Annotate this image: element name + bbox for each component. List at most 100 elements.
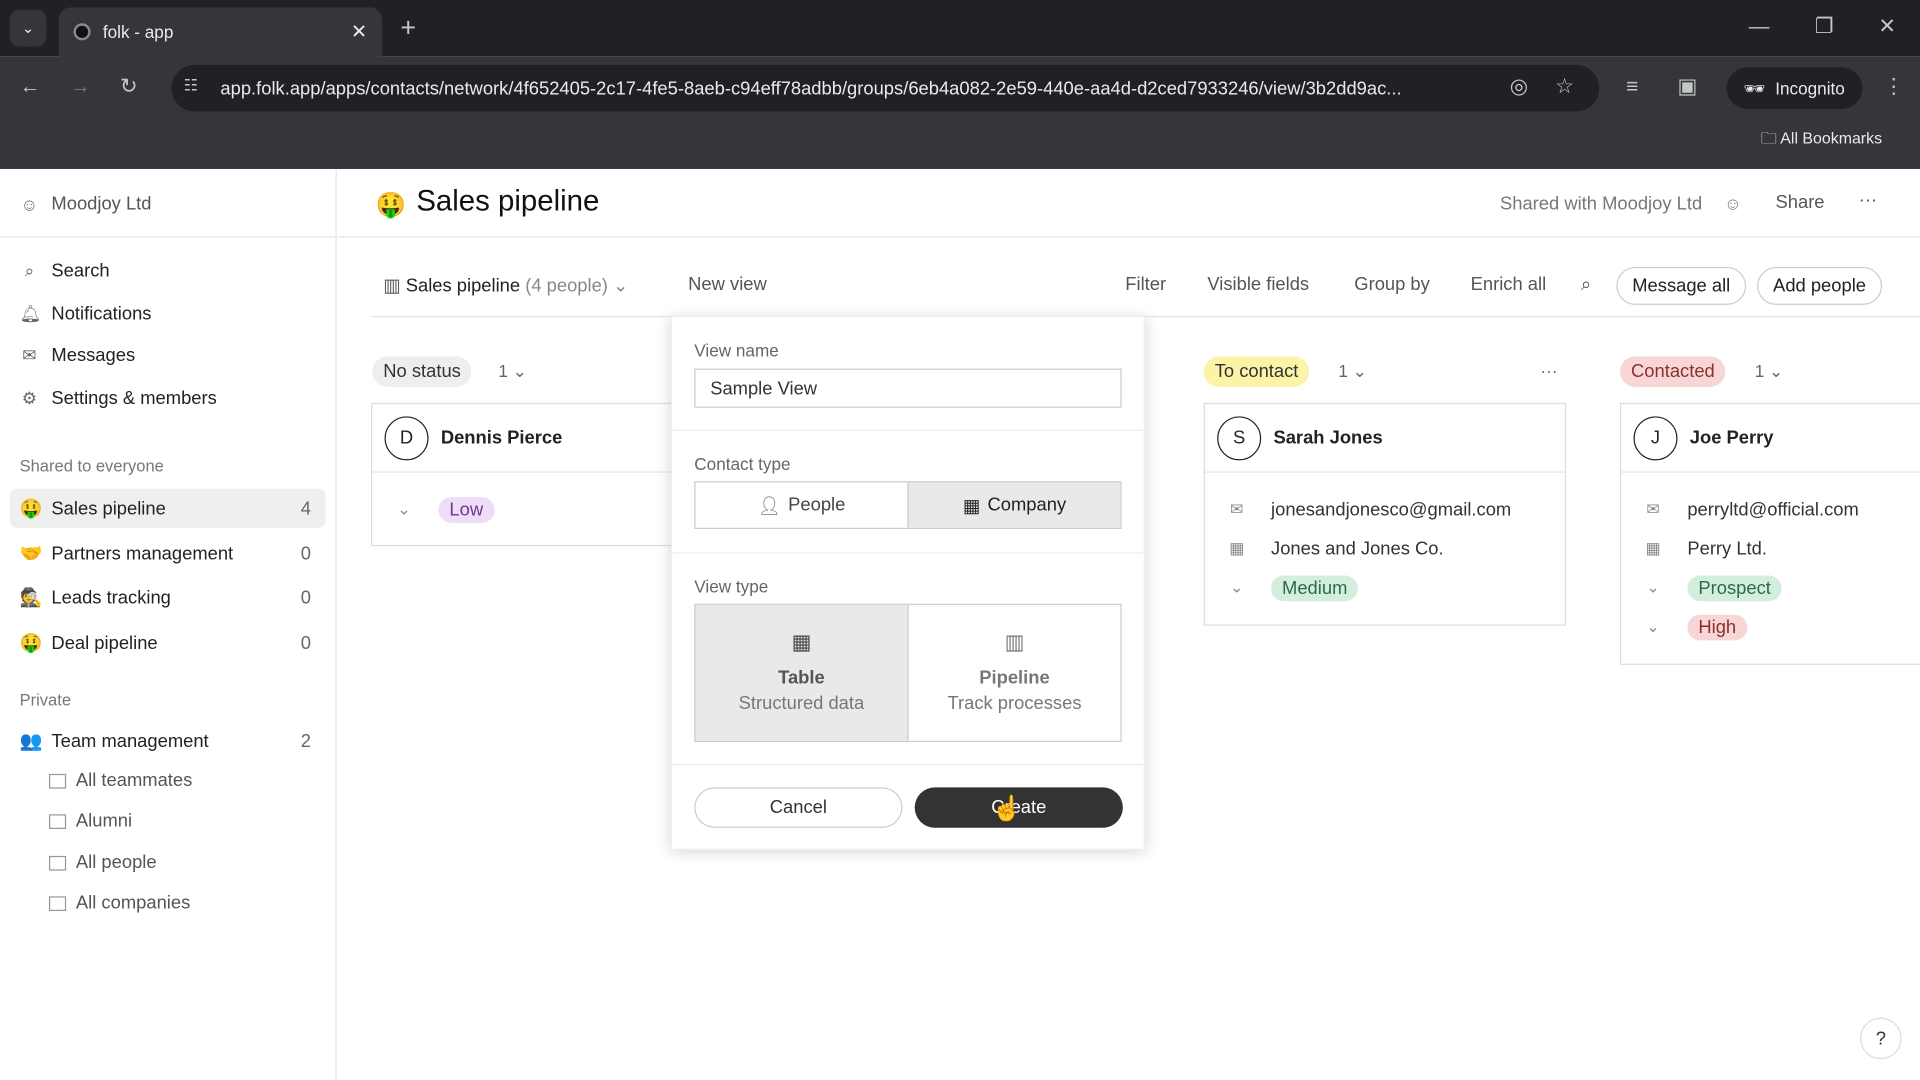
menu-icon[interactable]: ⋮ xyxy=(1883,75,1904,99)
visible-fields-button[interactable]: Visible fields xyxy=(1207,274,1309,295)
contact-card[interactable]: J Joe Perry ✉ perryltd@official.com ▦ Perry… xyxy=(1620,402,1920,665)
filter-button[interactable]: Filter xyxy=(1125,274,1166,295)
divider xyxy=(672,429,1144,432)
column-count[interactable]: 1 ⌄ xyxy=(1755,361,1784,382)
page-title: Sales pipeline xyxy=(416,184,600,218)
column-count[interactable]: 1 ⌄ xyxy=(1338,361,1367,382)
contact-card[interactable]: D Dennis Pierce ⌄ Low xyxy=(371,402,690,547)
contact-card[interactable]: S Sarah Jones ✉ jonesandjonesco@gmail.com … xyxy=(1203,402,1567,626)
sidebar-group-sales-pipeline[interactable]: 🤑 Sales pipeline 4 xyxy=(9,488,326,528)
bell-icon: 🔔︎ xyxy=(19,303,42,324)
email[interactable]: jonesandjonesco@gmail.com xyxy=(1271,499,1511,520)
browser-tab[interactable]: folk - app ✕ xyxy=(58,7,383,57)
close-window-icon[interactable]: ✕ xyxy=(1878,15,1895,39)
contact-type-people[interactable]: 👤︎ People xyxy=(696,482,908,527)
title: Pipeline xyxy=(979,667,1050,689)
help-button[interactable]: ? xyxy=(1860,1017,1902,1060)
side-panel-icon[interactable]: ▣ xyxy=(1678,75,1698,99)
search-icon[interactable]: ⌕ xyxy=(1581,274,1591,295)
page-emoji-icon: 🤑 xyxy=(375,192,407,220)
workspace-icon: ☺ xyxy=(20,194,39,214)
view-alumni[interactable]: Alumni xyxy=(48,810,133,832)
incognito-badge[interactable]: 🕶 Incognito xyxy=(1726,67,1862,109)
view-type-label: View type xyxy=(694,576,769,597)
view-type-options: ▦ Table Structured data ▥ Pipeline Track pro… xyxy=(694,603,1122,743)
restore-icon[interactable]: ❐ xyxy=(1815,15,1834,39)
column-status-no-status[interactable]: No status xyxy=(372,356,472,387)
sidebar: ☺ Moodjoy Ltd ⌕ Search 🔔︎ Notifications ✉ Me… xyxy=(0,170,337,1080)
company[interactable]: Jones and Jones Co. xyxy=(1271,538,1444,559)
view-all-teammates[interactable]: All teammates xyxy=(48,770,192,791)
new-view-button[interactable]: New view xyxy=(688,274,767,295)
contact-type-company[interactable]: ▦ Company xyxy=(907,482,1121,528)
view-type-table[interactable]: ▦ Table Structured data xyxy=(695,604,909,741)
reload-icon[interactable]: ↻ xyxy=(120,75,137,99)
shared-icon: ☺ xyxy=(1724,193,1742,214)
close-tab-icon[interactable]: ✕ xyxy=(351,20,367,44)
company[interactable]: Perry Ltd. xyxy=(1687,538,1767,559)
view-all-companies[interactable]: All companies xyxy=(48,893,190,913)
sidebar-item-messages[interactable]: ✉ Messages xyxy=(20,345,135,366)
label: Leads tracking xyxy=(51,587,171,608)
minimize-icon[interactable]: — xyxy=(1749,15,1770,39)
workspace-switcher[interactable]: ☺ Moodjoy Ltd xyxy=(20,193,152,214)
tag: Medium xyxy=(1271,574,1359,601)
group-by-button[interactable]: Group by xyxy=(1354,274,1430,295)
enrich-all-button[interactable]: Enrich all xyxy=(1471,274,1547,295)
sidebar-group-deal[interactable]: 🤑 Deal pipeline 0 xyxy=(10,623,326,662)
status-field-icon: ⌄ xyxy=(1230,577,1244,597)
site-info-icon[interactable]: ☷ xyxy=(184,76,198,96)
more-button[interactable]: ··· xyxy=(1859,190,1877,211)
message-all-button[interactable]: Message all xyxy=(1616,266,1747,305)
view-selector[interactable]: ▥ Sales pipeline (4 people) ⌄ xyxy=(383,274,628,297)
label: Settings & members xyxy=(51,388,217,409)
desc: Structured data xyxy=(738,693,865,714)
all-bookmarks[interactable]: 🗀 All Bookmarks xyxy=(1761,127,1882,154)
sidebar-item-notifications[interactable]: 🔔︎ Notifications xyxy=(20,304,152,325)
add-people-button[interactable]: Add people xyxy=(1757,266,1882,305)
tag: High xyxy=(1687,614,1748,640)
sidebar-group-leads[interactable]: 🕵 Leads tracking 0 xyxy=(10,578,326,617)
media-icon[interactable]: ≡ xyxy=(1626,75,1638,99)
emoji-icon: 🤝 xyxy=(19,543,43,565)
column-count[interactable]: 1 ⌄ xyxy=(498,361,527,382)
label: Alumni xyxy=(75,810,133,832)
table-icon: ▦ xyxy=(791,630,812,654)
address-bar[interactable]: app.folk.app/apps/contacts/network/4f652… xyxy=(171,64,1600,112)
column-more-button[interactable]: ··· xyxy=(1540,361,1557,381)
emoji-icon: 🤑 xyxy=(19,498,43,520)
divider xyxy=(672,764,1144,766)
pipeline-icon: ▥ xyxy=(1004,630,1025,654)
table-icon xyxy=(48,773,67,788)
label: Deal pipeline xyxy=(51,632,158,654)
column-status-to-contact[interactable]: To contact xyxy=(1203,356,1310,387)
email[interactable]: perryltd@official.com xyxy=(1687,499,1858,520)
cancel-button[interactable]: Cancel xyxy=(694,787,903,828)
view-type-pipeline[interactable]: ▥ Pipeline Track processes xyxy=(909,605,1121,741)
pipeline-icon: ▥ xyxy=(383,275,406,297)
star-icon[interactable]: ☆ xyxy=(1555,75,1574,99)
url-text: app.folk.app/apps/contacts/network/4f652… xyxy=(220,77,1402,99)
shared-with[interactable]: Shared with Moodjoy Ltd xyxy=(1500,193,1702,214)
count: 2 xyxy=(300,730,312,752)
view-name-input[interactable]: Sample View xyxy=(694,368,1122,408)
sidebar-item-settings[interactable]: ⚙ Settings & members xyxy=(20,388,217,409)
back-icon[interactable]: ← xyxy=(20,75,41,99)
avatar: J xyxy=(1633,415,1678,460)
gear-icon: ⚙ xyxy=(21,388,38,408)
forward-icon[interactable]: → xyxy=(70,75,91,99)
sidebar-item-search[interactable]: ⌕ Search xyxy=(20,261,110,282)
favicon-icon xyxy=(73,23,91,41)
eye-off-icon[interactable]: ◎ xyxy=(1510,75,1528,99)
view-all-people[interactable]: All people xyxy=(48,852,157,873)
tab-search-button[interactable]: ⌄ xyxy=(9,9,47,47)
sidebar-group-team[interactable]: 👥 Team management 2 xyxy=(10,721,326,760)
sidebar-group-partners[interactable]: 🤝 Partners management 0 xyxy=(10,534,326,573)
desc: Track processes xyxy=(947,693,1082,714)
count: 4 xyxy=(300,497,312,519)
share-button[interactable]: Share xyxy=(1776,192,1825,213)
column-status-contacted[interactable]: Contacted xyxy=(1620,356,1726,387)
view-count: (4 people) xyxy=(525,275,608,297)
count: 0 xyxy=(300,587,312,608)
new-tab-icon[interactable]: + xyxy=(400,12,416,44)
